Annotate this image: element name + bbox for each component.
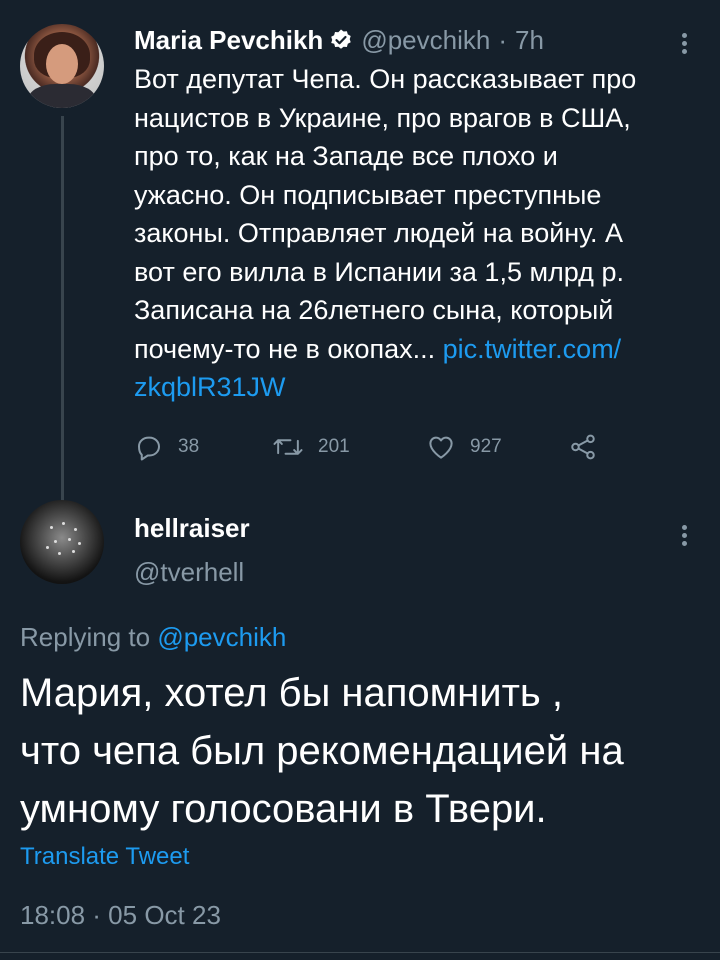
like-count: 927 — [470, 436, 502, 457]
translate-tweet-link[interactable]: Translate Tweet — [20, 843, 189, 871]
replying-to-label: Replying to — [20, 622, 158, 652]
parent-tweet-actions: 38 201 927 — [134, 432, 634, 468]
verified-badge-icon — [329, 28, 353, 52]
reply-button[interactable]: 38 — [134, 432, 199, 462]
reply-count: 38 — [178, 436, 200, 457]
parent-author-avatar[interactable] — [20, 24, 104, 108]
reply-icon — [134, 432, 164, 462]
tweet-thread: Maria Pevchikh @pevchikh · 7h Вот депута… — [0, 0, 720, 960]
reply-author-avatar[interactable] — [20, 500, 104, 584]
reply-tweet-text: Мария, хотел бы напомнить , что чепа был… — [20, 671, 624, 831]
reply-author-handle[interactable]: @tverhell — [134, 557, 244, 588]
divider — [0, 952, 720, 953]
parent-more-options-icon[interactable] — [674, 30, 694, 57]
reply-author-name[interactable]: hellraiser — [134, 513, 250, 544]
header-separator: · — [498, 24, 507, 55]
retweet-icon — [272, 432, 304, 462]
thread-connector-line — [61, 116, 64, 504]
parent-tweet-time[interactable]: 7h — [515, 25, 544, 56]
reply-more-options-icon[interactable] — [674, 522, 694, 549]
parent-tweet-text: Вот депутат Чепа. Он рассказывает про на… — [134, 60, 704, 407]
reply-timestamp[interactable]: 18:08 · 05 Oct 23 — [20, 900, 221, 931]
retweet-button[interactable]: 201 — [272, 432, 350, 462]
retweet-count: 201 — [318, 436, 350, 457]
share-icon — [568, 432, 598, 462]
share-button[interactable] — [568, 432, 598, 462]
replying-to-line: Replying to @pevchikh — [20, 622, 286, 653]
replying-to-mention[interactable]: @pevchikh — [157, 622, 286, 652]
like-button[interactable]: 927 — [426, 432, 502, 462]
parent-tweet-header: Maria Pevchikh @pevchikh · 7h — [134, 22, 694, 58]
heart-icon — [426, 432, 456, 462]
parent-author-handle[interactable]: @pevchikh — [361, 25, 490, 56]
parent-author-name[interactable]: Maria Pevchikh — [134, 25, 323, 56]
parent-tweet-body: Вот депутат Чепа. Он рассказывает про на… — [134, 64, 637, 364]
